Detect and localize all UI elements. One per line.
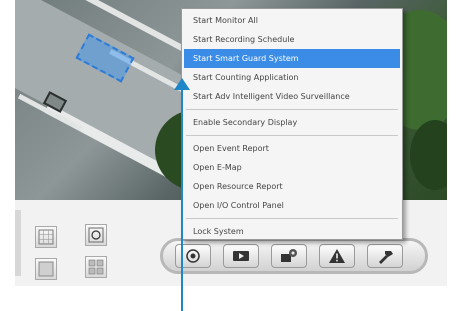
camera-settings-icon [281,249,297,262]
menu-item-start-monitor-all[interactable]: Start Monitor All [184,11,400,30]
menu-item-open-resource-report[interactable]: Open Resource Report [184,177,400,196]
rotate-layout-icon [88,227,104,243]
menu-item-lock-system[interactable]: Lock System [184,222,400,241]
annotation-arrow-head [174,78,190,90]
menu-separator [186,218,398,219]
alert-icon [329,249,345,263]
menu-item-start-adv-intelligent-video-surveillance[interactable]: Start Adv Intelligent Video Surveillance [184,87,400,106]
camera-settings-button[interactable] [271,244,307,268]
context-menu: Start Monitor All Start Recording Schedu… [181,8,403,240]
annotation-arrow-shaft [181,86,183,311]
main-function-bar [160,238,428,274]
menu-item-open-e-map[interactable]: Open E-Map [184,158,400,177]
menu-item-enable-secondary-display[interactable]: Enable Secondary Display [184,113,400,132]
grid-layout-button[interactable] [35,226,57,248]
rotate-layout-button[interactable] [85,224,107,246]
menu-item-start-counting-application[interactable]: Start Counting Application [184,68,400,87]
menu-item-open-event-report[interactable]: Open Event Report [184,139,400,158]
single-view-button[interactable] [35,258,57,280]
single-view-icon [38,261,54,277]
menu-item-start-recording-schedule[interactable]: Start Recording Schedule [184,30,400,49]
playback-icon [233,251,249,261]
menu-item-start-smart-guard-system[interactable]: Start Smart Guard System [184,49,400,68]
menu-separator [186,109,398,110]
alert-button[interactable] [319,244,355,268]
menu-item-open-io-control-panel[interactable]: Open I/O Control Panel [184,196,400,215]
panel-frame [15,210,21,276]
tools-icon [379,251,393,264]
quad-layout-icon [88,259,104,275]
tree [410,120,447,190]
tools-button[interactable] [367,244,403,268]
playback-button[interactable] [223,244,259,268]
menu-separator [186,135,398,136]
record-icon [186,249,200,263]
grid-layout-icon [38,229,54,245]
quad-layout-button[interactable] [85,256,107,278]
